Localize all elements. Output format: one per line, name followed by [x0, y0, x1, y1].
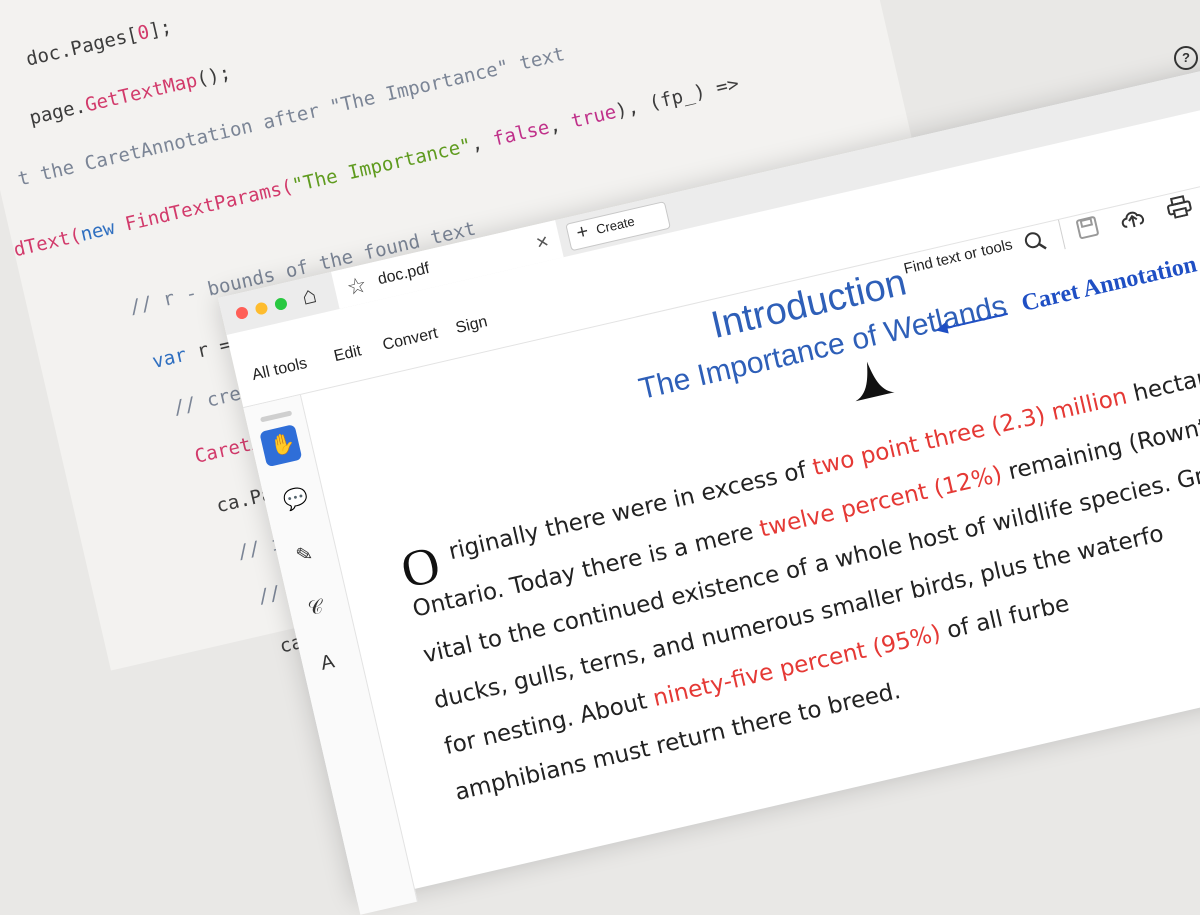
text-select-icon: A: [318, 650, 337, 675]
help-icon[interactable]: ?: [1174, 46, 1198, 70]
code-token: t the CaretAnnotation after "The Importa…: [15, 43, 567, 191]
body-text: hectares of wetlands: [1130, 328, 1200, 408]
caret-annotation-label: Caret Annotation: [1019, 251, 1200, 317]
code-token: true: [568, 100, 619, 133]
code-token: false: [490, 116, 552, 151]
code-token: "The Importance": [290, 134, 474, 197]
code-token: GetTextMap: [82, 69, 200, 117]
code-token: ];: [146, 15, 174, 43]
menu-edit[interactable]: Edit: [332, 342, 363, 366]
code-line: doc.Pages[0];: [24, 16, 174, 71]
code-line: t the CaretAnnotation after "The Importa…: [16, 43, 567, 191]
save-icon[interactable]: [1074, 214, 1100, 240]
body-text: of all furbe: [937, 590, 1072, 646]
code-token: new: [78, 214, 128, 246]
menu-convert[interactable]: Convert: [381, 325, 440, 355]
code-token: ), (fp_) =>: [613, 72, 742, 123]
highlighter-icon: ✎: [293, 542, 316, 568]
hand-tool-icon: ✋: [268, 431, 298, 459]
print-icon[interactable]: [1164, 193, 1194, 220]
code-token: ();: [194, 61, 233, 91]
cloud-upload-icon[interactable]: [1117, 204, 1147, 231]
code-token: var: [150, 341, 200, 373]
search-icon[interactable]: [1022, 229, 1048, 255]
code-token: FindTextParams(: [123, 175, 296, 236]
toolbar-divider: [1057, 219, 1066, 250]
code-line: page.GetTextMap();: [27, 62, 233, 130]
code-token: doc.Pages[: [23, 23, 141, 71]
caret-mark[interactable]: [845, 355, 897, 404]
menu-all-tools[interactable]: All tools: [250, 355, 309, 385]
code-token: page.: [27, 95, 88, 130]
code-token: dText(: [11, 224, 84, 262]
drop-cap: O: [395, 535, 446, 600]
add-comment-icon: 💬: [281, 486, 311, 514]
draw-icon: 𝒞: [305, 595, 326, 621]
menu-sign[interactable]: Sign: [454, 313, 489, 338]
